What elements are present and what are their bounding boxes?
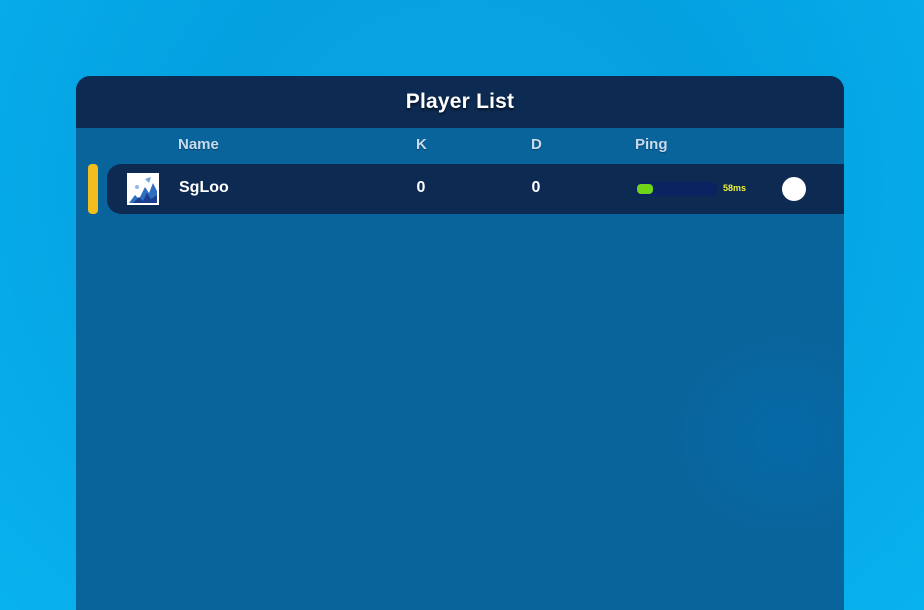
panel-title: Player List <box>405 90 515 113</box>
player-avatar-icon <box>127 173 159 205</box>
local-player-indicator <box>88 164 98 214</box>
player-deaths: 0 <box>531 179 541 196</box>
player-name: SgLoo <box>179 179 229 196</box>
ping-bar-fill <box>637 184 653 194</box>
column-header-name: Name <box>178 136 219 153</box>
player-list-panel: Player List Name K D Ping SgLoo 0 0 58ms <box>76 76 844 610</box>
avatar-image <box>127 173 159 205</box>
ping-bar <box>635 182 717 196</box>
column-header-ping: Ping <box>635 136 668 153</box>
player-row[interactable]: SgLoo 0 0 58ms <box>107 164 844 214</box>
player-kills: 0 <box>416 179 426 196</box>
column-header-kills: K <box>416 136 427 153</box>
panel-header: Player List <box>76 76 844 128</box>
status-dot-icon[interactable] <box>782 177 806 201</box>
ping-value: 58ms <box>723 183 747 193</box>
column-header-deaths: D <box>531 136 542 153</box>
